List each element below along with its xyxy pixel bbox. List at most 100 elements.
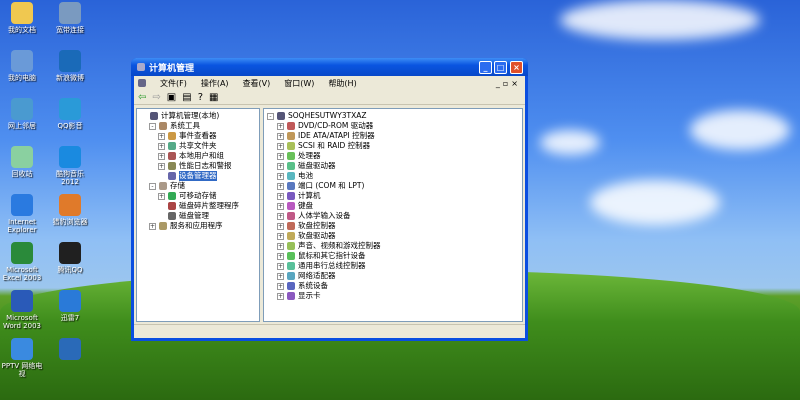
expand-toggle[interactable]: + bbox=[277, 272, 284, 280]
device-category[interactable]: + SCSI 和 RAID 控制器 bbox=[267, 141, 519, 151]
menu-item[interactable]: 文件(F) bbox=[160, 78, 187, 89]
expand-toggle[interactable]: + bbox=[277, 172, 284, 180]
computer-node[interactable]: - SOQHESUTWY3TXAZ bbox=[267, 111, 519, 121]
up-icon[interactable]: ▣ bbox=[167, 92, 176, 103]
expand-toggle[interactable]: + bbox=[277, 222, 284, 230]
menu-item[interactable]: 窗口(W) bbox=[284, 78, 314, 89]
device-category[interactable]: + 端口 (COM 和 LPT) bbox=[267, 181, 519, 191]
device-category[interactable]: + 声音、视频和游戏控制器 bbox=[267, 241, 519, 251]
device-category[interactable]: + 网络适配器 bbox=[267, 271, 519, 281]
expand-toggle[interactable]: + bbox=[158, 142, 165, 150]
device-category[interactable]: + IDE ATA/ATAPI 控制器 bbox=[267, 131, 519, 141]
back-icon[interactable]: ⇦ bbox=[138, 92, 146, 103]
desktop-icon[interactable]: QQ影音 bbox=[48, 98, 92, 130]
desktop-icon[interactable]: 回收站 bbox=[0, 146, 44, 178]
device-icon bbox=[287, 132, 295, 140]
help-icon[interactable]: ? bbox=[198, 92, 203, 103]
expand-toggle[interactable]: + bbox=[277, 242, 284, 250]
tree-item[interactable]: 计算机管理(本地) bbox=[140, 111, 256, 121]
desktop-icon[interactable]: 我的文档 bbox=[0, 2, 44, 34]
device-category[interactable]: + 电池 bbox=[267, 171, 519, 181]
node-icon bbox=[159, 122, 167, 130]
desktop-icon[interactable]: Microsoft Excel 2003 bbox=[0, 242, 44, 282]
desktop-icon[interactable]: 酷狗音乐 2012 bbox=[48, 146, 92, 186]
desktop-icon[interactable]: 新浪微博 bbox=[48, 50, 92, 82]
tree-item[interactable]: 磁盘管理 bbox=[140, 211, 256, 221]
expand-toggle[interactable]: + bbox=[158, 152, 165, 160]
expand-toggle[interactable]: + bbox=[277, 252, 284, 260]
shortcut-icon bbox=[59, 50, 81, 72]
properties-icon[interactable]: ▦ bbox=[209, 92, 218, 103]
expand-toggle[interactable]: + bbox=[277, 182, 284, 190]
device-category[interactable]: + 显示卡 bbox=[267, 291, 519, 301]
menu-item[interactable]: 帮助(H) bbox=[328, 78, 356, 89]
expand-toggle[interactable]: + bbox=[149, 222, 156, 230]
device-category[interactable]: + 系统设备 bbox=[267, 281, 519, 291]
device-category[interactable]: + 鼠标和其它指针设备 bbox=[267, 251, 519, 261]
close-button[interactable]: × bbox=[510, 61, 523, 74]
tree-item[interactable]: + 事件查看器 bbox=[140, 131, 256, 141]
desktop-icon[interactable]: Microsoft Word 2003 bbox=[0, 290, 44, 330]
tree-item[interactable]: 磁盘碎片整理程序 bbox=[140, 201, 256, 211]
expand-toggle[interactable]: + bbox=[277, 142, 284, 150]
menu-item[interactable]: 操作(A) bbox=[201, 78, 229, 89]
tree-item[interactable]: - 系统工具 bbox=[140, 121, 256, 131]
device-category[interactable]: + 计算机 bbox=[267, 191, 519, 201]
device-category-label: IDE ATA/ATAPI 控制器 bbox=[298, 131, 375, 140]
tree-item[interactable]: + 共享文件夹 bbox=[140, 141, 256, 151]
tree-item-label: 事件查看器 bbox=[179, 131, 217, 140]
expand-toggle[interactable]: - bbox=[149, 182, 156, 190]
desktop-icon[interactable]: Internet Explorer bbox=[0, 194, 44, 234]
tree-item[interactable]: + 服务和应用程序 bbox=[140, 221, 256, 231]
title-bar[interactable]: 计算机管理 _ □ × bbox=[131, 58, 528, 76]
expand-toggle[interactable]: + bbox=[277, 282, 284, 290]
tree-item[interactable]: + 性能日志和警报 bbox=[140, 161, 256, 171]
expand-toggle[interactable]: + bbox=[158, 132, 165, 140]
expand-toggle[interactable]: + bbox=[277, 262, 284, 270]
device-category-label: 计算机 bbox=[298, 191, 321, 200]
expand-toggle[interactable]: + bbox=[277, 152, 284, 160]
expand-toggle[interactable]: + bbox=[277, 122, 284, 130]
device-category[interactable]: + 人体学输入设备 bbox=[267, 211, 519, 221]
mdi-controls[interactable]: _▫× bbox=[496, 79, 521, 88]
maximize-button[interactable]: □ bbox=[494, 61, 507, 74]
desktop-icon[interactable] bbox=[48, 338, 92, 362]
tree-item[interactable]: - 存储 bbox=[140, 181, 256, 191]
desktop-icon[interactable]: 宽带连接 bbox=[48, 2, 92, 34]
menu-item[interactable]: 查看(V) bbox=[243, 78, 271, 89]
computer-icon bbox=[137, 63, 145, 71]
expand-toggle[interactable]: - bbox=[149, 122, 156, 130]
expand-toggle[interactable]: + bbox=[158, 162, 165, 170]
expand-toggle[interactable]: + bbox=[277, 192, 284, 200]
forward-icon[interactable]: ⇨ bbox=[152, 92, 160, 103]
desktop-icon[interactable]: 迅雷7 bbox=[48, 290, 92, 322]
tree-item[interactable]: + 本地用户和组 bbox=[140, 151, 256, 161]
device-category[interactable]: + 软盘驱动器 bbox=[267, 231, 519, 241]
desktop-icon[interactable]: 我的电脑 bbox=[0, 50, 44, 82]
desktop-icon[interactable]: 腾讯QQ bbox=[48, 242, 92, 274]
expand-toggle[interactable]: + bbox=[277, 212, 284, 220]
expand-toggle[interactable]: + bbox=[158, 192, 165, 200]
device-category[interactable]: + 处理器 bbox=[267, 151, 519, 161]
shortcut-icon bbox=[11, 194, 33, 216]
tree-item[interactable]: 设备管理器 bbox=[140, 171, 256, 181]
device-category[interactable]: + 通用串行总线控制器 bbox=[267, 261, 519, 271]
show-tree-icon[interactable]: ▤ bbox=[182, 92, 191, 103]
desktop-icon[interactable]: 网上邻居 bbox=[0, 98, 44, 130]
device-category[interactable]: + 磁盘驱动器 bbox=[267, 161, 519, 171]
expand-toggle[interactable]: + bbox=[277, 292, 284, 300]
desktop-icon[interactable]: PPTV 网络电视 bbox=[0, 338, 44, 378]
minimize-button[interactable]: _ bbox=[479, 61, 492, 74]
expand-toggle[interactable]: + bbox=[277, 132, 284, 140]
expand-toggle[interactable]: + bbox=[277, 162, 284, 170]
desktop-icon-label: 我的电脑 bbox=[8, 74, 36, 82]
expand-toggle[interactable]: + bbox=[277, 202, 284, 210]
device-category[interactable]: + 软盘控制器 bbox=[267, 221, 519, 231]
tree-item[interactable]: + 可移动存储 bbox=[140, 191, 256, 201]
node-icon bbox=[168, 132, 176, 140]
device-category[interactable]: + DVD/CD-ROM 驱动器 bbox=[267, 121, 519, 131]
desktop-icon[interactable]: 猎豹浏览器 bbox=[48, 194, 92, 226]
expand-toggle[interactable]: + bbox=[277, 232, 284, 240]
device-category[interactable]: + 键盘 bbox=[267, 201, 519, 211]
device-category-label: 显示卡 bbox=[298, 291, 321, 300]
